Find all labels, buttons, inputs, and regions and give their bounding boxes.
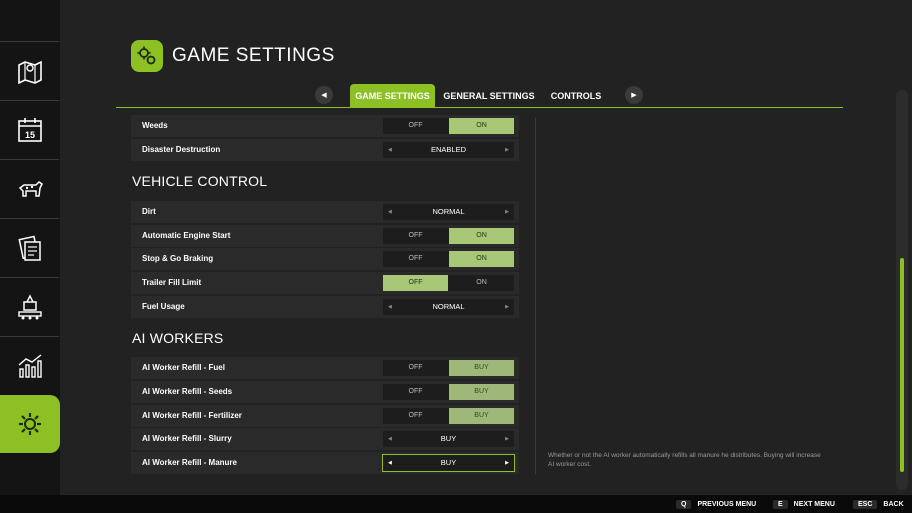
selector-value: BUY [440, 434, 457, 443]
setting-row-ai-refill-fertilizer: AI Worker Refill - Fertilizer OFF BUY [131, 405, 519, 427]
gears-icon [137, 46, 156, 65]
toggle-off-option[interactable]: OFF [383, 408, 448, 424]
sidebar-item-animals[interactable] [0, 159, 59, 217]
map-icon [17, 60, 42, 84]
sidebar-item-calendar[interactable]: 15 [0, 100, 59, 158]
sidebar-item-map[interactable] [0, 41, 59, 99]
key-hint: Q [676, 499, 692, 509]
sidebar: 15 [0, 0, 64, 495]
trailer-fill-limit-toggle[interactable]: OFF ON [383, 275, 514, 291]
arrow-right-icon[interactable]: ▶ [505, 455, 509, 471]
setting-row-ai-refill-manure: AI Worker Refill - Manure ◀ BUY ▶ [131, 452, 519, 474]
section-title-vehicle-control: VEHICLE CONTROL [132, 173, 268, 189]
calendar-day-text: 15 [24, 130, 34, 140]
next-menu-button[interactable]: E NEXT MENU [773, 498, 835, 510]
setting-row-ai-refill-fuel: AI Worker Refill - Fuel OFF BUY [131, 357, 519, 379]
button-label: PREVIOUS MENU [697, 500, 757, 508]
setting-label: AI Worker Refill - Fertilizer [142, 411, 242, 420]
calendar-icon: 15 [17, 117, 42, 142]
arrow-right-icon[interactable]: ▶ [505, 431, 509, 447]
help-text: Whether or not the AI worker automatical… [548, 452, 821, 468]
weeds-toggle[interactable]: OFF ON [383, 118, 514, 134]
setting-label: Weeds [142, 121, 168, 130]
setting-row-disaster-destruction: Disaster Destruction ◀ ENABLED ▶ [131, 139, 519, 161]
previous-menu-button[interactable]: Q PREVIOUS MENU [676, 498, 756, 510]
setting-row-weeds: Weeds OFF ON [131, 115, 519, 137]
setting-row-ai-refill-slurry: AI Worker Refill - Slurry ◀ BUY ▶ [131, 428, 519, 450]
setting-label: AI Worker Refill - Manure [142, 458, 237, 467]
button-label: NEXT MENU [793, 500, 835, 508]
setting-row-stop-go-braking: Stop & Go Braking OFF ON [131, 248, 519, 270]
toggle-on-option[interactable]: ON [449, 275, 514, 291]
key-hint: ESC [853, 499, 878, 509]
ai-refill-fertilizer-toggle[interactable]: OFF BUY [383, 408, 514, 424]
key-hint: E [773, 499, 788, 509]
selector-value: NORMAL [432, 302, 465, 311]
production-icon [17, 293, 42, 319]
setting-row-ai-refill-seeds: AI Worker Refill - Seeds OFF BUY [131, 381, 519, 403]
setting-label: Trailer Fill Limit [142, 278, 202, 287]
disaster-destruction-selector[interactable]: ◀ ENABLED ▶ [383, 142, 514, 158]
toggle-on-option[interactable]: ON [449, 251, 514, 267]
panel-divider [535, 118, 536, 474]
toggle-off-option[interactable]: OFF [383, 360, 448, 376]
tab-game-settings[interactable]: GAME SETTINGS [350, 84, 435, 108]
contracts-icon [17, 235, 41, 261]
setting-label: Automatic Engine Start [142, 231, 231, 240]
selector-value: BUY [440, 458, 457, 467]
tab-controls[interactable]: CONTROLS [546, 84, 606, 108]
setting-label: Fuel Usage [142, 302, 185, 311]
arrow-right-icon[interactable]: ▶ [505, 204, 509, 220]
setting-label: Stop & Go Braking [142, 254, 214, 263]
toggle-on-option[interactable]: ON [449, 228, 514, 244]
tabbar-divider [116, 107, 843, 108]
setting-label: AI Worker Refill - Seeds [142, 387, 233, 396]
toggle-off-option[interactable]: OFF [383, 228, 448, 244]
toggle-off-option[interactable]: OFF [383, 384, 448, 400]
game-settings-logo [131, 40, 163, 72]
sidebar-item-contracts[interactable] [0, 218, 59, 276]
dirt-selector[interactable]: ◀ NORMAL ▶ [383, 204, 514, 220]
scrollbar-thumb[interactable] [900, 258, 904, 472]
arrow-right-icon[interactable]: ▶ [505, 299, 509, 315]
toggle-buy-option[interactable]: BUY [449, 408, 514, 424]
setting-row-trailer-fill-limit: Trailer Fill Limit OFF ON [131, 272, 519, 294]
statistics-icon [18, 353, 42, 378]
animals-icon [18, 180, 43, 197]
setting-label: AI Worker Refill - Slurry [142, 434, 232, 443]
settings-icon [19, 413, 41, 435]
fuel-usage-selector[interactable]: ◀ NORMAL ▶ [383, 299, 514, 315]
toggle-buy-option[interactable]: BUY [449, 360, 514, 376]
setting-label: Dirt [142, 207, 156, 216]
toggle-buy-option[interactable]: BUY [449, 384, 514, 400]
page-title: GAME SETTINGS [172, 45, 335, 66]
sidebar-item-statistics[interactable] [0, 336, 59, 394]
back-button[interactable]: ESC BACK [853, 498, 904, 510]
setting-row-automatic-engine-start: Automatic Engine Start OFF ON [131, 225, 519, 247]
section-title-ai-workers: AI WORKERS [132, 330, 224, 346]
ai-refill-fuel-toggle[interactable]: OFF BUY [383, 360, 514, 376]
toggle-off-option[interactable]: OFF [383, 251, 448, 267]
setting-row-fuel-usage: Fuel Usage ◀ NORMAL ▶ [131, 296, 519, 318]
ai-refill-manure-selector[interactable]: ◀ BUY ▶ [382, 454, 515, 472]
sidebar-item-settings[interactable] [0, 395, 64, 453]
button-label: BACK [883, 500, 904, 508]
sidebar-item-production[interactable] [0, 277, 59, 335]
automatic-engine-start-toggle[interactable]: OFF ON [383, 228, 514, 244]
toggle-on-option[interactable]: ON [449, 118, 514, 134]
next-tab-button[interactable]: ▶ [625, 86, 643, 104]
ai-refill-slurry-selector[interactable]: ◀ BUY ▶ [383, 431, 514, 447]
setting-label: Disaster Destruction [142, 145, 221, 154]
prev-tab-button[interactable]: ◀ [315, 86, 333, 104]
selector-value: NORMAL [432, 207, 465, 216]
setting-row-dirt: Dirt ◀ NORMAL ▶ [131, 201, 519, 223]
tab-general-settings[interactable]: GENERAL SETTINGS [442, 84, 536, 108]
toggle-off-option[interactable]: OFF [383, 275, 448, 291]
toggle-off-option[interactable]: OFF [383, 118, 448, 134]
ai-refill-seeds-toggle[interactable]: OFF BUY [383, 384, 514, 400]
selector-value: ENABLED [430, 145, 466, 154]
stop-go-braking-toggle[interactable]: OFF ON [383, 251, 514, 267]
arrow-right-icon[interactable]: ▶ [505, 142, 509, 158]
setting-label: AI Worker Refill - Fuel [142, 363, 225, 372]
